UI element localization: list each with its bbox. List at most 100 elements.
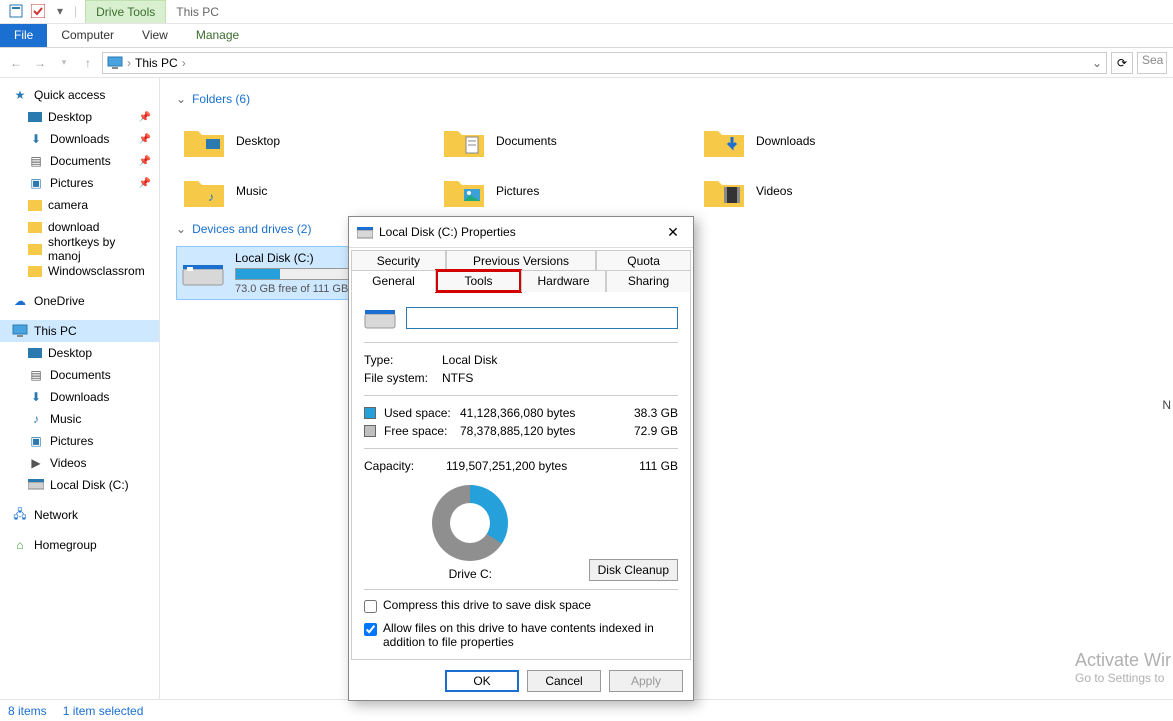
used-label: Used space: [384, 406, 452, 420]
tab-previous-versions[interactable]: Previous Versions [446, 250, 596, 271]
folder-item-pictures[interactable]: Pictures [436, 166, 696, 216]
folder-icon [28, 244, 42, 255]
svg-text:♪: ♪ [208, 190, 214, 204]
nav-recent-icon[interactable]: ▾ [54, 53, 74, 73]
sidebar-item-shortkeys[interactable]: shortkeys by manoj [0, 238, 159, 260]
index-label: Allow files on this drive to have conten… [383, 621, 678, 649]
sidebar-item-network[interactable]: 🖧 Network [0, 504, 159, 526]
tab-hardware[interactable]: Hardware [521, 270, 606, 292]
ribbon-tab-manage[interactable]: Manage [182, 24, 253, 47]
tab-general[interactable]: General [351, 270, 436, 292]
sidebar-item-label: camera [48, 198, 88, 212]
dialog-body: Type:Local Disk File system:NTFS Used sp… [351, 291, 691, 660]
free-label: Free space: [384, 424, 452, 438]
used-gb: 38.3 GB [618, 406, 678, 420]
folder-item-documents[interactable]: Documents [436, 116, 696, 166]
sidebar-item-pc-videos[interactable]: ▶Videos [0, 452, 159, 474]
sidebar-item-pc-localdisk[interactable]: Local Disk (C:) [0, 474, 159, 496]
tab-tools[interactable]: Tools [436, 270, 521, 292]
nav-forward-icon[interactable]: → [30, 53, 50, 73]
tab-quota[interactable]: Quota [596, 250, 691, 271]
sidebar-item-label: Downloads [50, 132, 109, 146]
sidebar-item-homegroup[interactable]: ⌂Homegroup [0, 534, 159, 556]
status-selected-count: 1 item selected [63, 704, 144, 718]
sidebar-item-windowsclassroom[interactable]: Windowsclassrom [0, 260, 159, 282]
qat-properties-icon[interactable] [8, 3, 24, 19]
tab-sharing[interactable]: Sharing [606, 270, 691, 292]
folder-item-music[interactable]: ♪Music [176, 166, 436, 216]
ribbon-tab-computer[interactable]: Computer [47, 24, 128, 47]
download-icon: ⬇ [28, 131, 44, 147]
folder-label: Pictures [496, 184, 539, 198]
free-bytes: 78,378,885,120 bytes [460, 424, 610, 438]
group-header-label: Devices and drives (2) [192, 222, 311, 236]
documents-icon: ▤ [28, 153, 44, 169]
folder-icon [442, 172, 486, 210]
search-input[interactable]: Sea [1137, 52, 1167, 74]
chevron-right-icon[interactable]: › [127, 56, 131, 70]
music-icon: ♪ [28, 411, 44, 427]
apply-button[interactable]: Apply [609, 670, 683, 692]
disk-cleanup-button[interactable]: Disk Cleanup [589, 559, 678, 581]
sidebar-item-camera[interactable]: camera [0, 194, 159, 216]
sidebar-item-label: Network [34, 508, 78, 522]
folder-icon [28, 200, 42, 211]
group-header-folders[interactable]: ⌄Folders (6) [176, 92, 1157, 106]
dialog-titlebar[interactable]: Local Disk (C:) Properties ✕ [349, 217, 693, 247]
activate-windows-watermark: Activate Wir Go to Settings to [1075, 650, 1173, 685]
address-bar[interactable]: › This PC › ⌄ [102, 52, 1107, 74]
address-dropdown-icon[interactable]: ⌄ [1092, 56, 1102, 70]
volume-label-input[interactable] [406, 307, 678, 329]
cloud-icon: ☁ [12, 293, 28, 309]
ribbon-tab-file[interactable]: File [0, 24, 47, 47]
folder-icon: ♪ [182, 172, 226, 210]
address-bar-row: ← → ▾ ↑ › This PC › ⌄ ⟳ Sea [0, 48, 1173, 78]
context-tab-drive-tools[interactable]: Drive Tools [85, 0, 166, 23]
type-label: Type: [364, 353, 432, 367]
pin-icon: 📌 [139, 112, 151, 123]
dialog-tabs: Security Previous Versions Quota General… [349, 247, 693, 291]
sidebar-item-pc-desktop[interactable]: Desktop [0, 342, 159, 364]
sidebar-item-pictures[interactable]: ▣Pictures📌 [0, 172, 159, 194]
refresh-button[interactable]: ⟳ [1111, 52, 1133, 74]
nav-up-icon[interactable]: ↑ [78, 53, 98, 73]
sidebar-item-desktop[interactable]: Desktop 📌 [0, 106, 159, 128]
sidebar-item-onedrive[interactable]: ☁OneDrive [0, 290, 159, 312]
index-checkbox[interactable] [364, 623, 377, 636]
sidebar-item-documents[interactable]: ▤Documents📌 [0, 150, 159, 172]
tab-security[interactable]: Security [351, 250, 446, 271]
nav-back-icon[interactable]: ← [6, 53, 26, 73]
activate-title: Activate Wir [1075, 650, 1171, 671]
network-icon: 🖧 [12, 507, 28, 523]
status-bar: 8 items 1 item selected [0, 699, 1173, 721]
breadcrumb-location[interactable]: This PC [135, 56, 178, 70]
close-button[interactable]: ✕ [661, 220, 685, 244]
folder-item-videos[interactable]: Videos [696, 166, 956, 216]
sidebar-item-quick-access[interactable]: ★ Quick access [0, 84, 159, 106]
chevron-down-icon: ⌄ [176, 92, 186, 106]
used-swatch [364, 407, 376, 419]
compress-checkbox[interactable] [364, 600, 377, 613]
dialog-button-row: OK Cancel Apply [349, 662, 693, 700]
ribbon-tab-view[interactable]: View [128, 24, 182, 47]
sidebar-item-pc-pictures[interactable]: ▣Pictures [0, 430, 159, 452]
folder-item-downloads[interactable]: Downloads [696, 116, 956, 166]
sidebar-item-downloads[interactable]: ⬇Downloads📌 [0, 128, 159, 150]
folder-icon [28, 222, 42, 233]
chevron-right-icon[interactable]: › [182, 56, 186, 70]
status-item-count: 8 items [8, 704, 47, 718]
cancel-button[interactable]: Cancel [527, 670, 601, 692]
ok-button[interactable]: OK [445, 670, 519, 692]
sidebar-item-label: Pictures [50, 176, 93, 190]
sidebar-item-pc-documents[interactable]: ▤Documents [0, 364, 159, 386]
sidebar-item-pc-downloads[interactable]: ⬇Downloads [0, 386, 159, 408]
sidebar-item-label: Downloads [50, 390, 109, 404]
qat-check-icon[interactable] [30, 3, 46, 19]
sidebar-item-this-pc[interactable]: This PC [0, 320, 159, 342]
video-icon: ▶ [28, 455, 44, 471]
sidebar-item-label: Desktop [48, 110, 92, 124]
truncated-letter: N [1162, 398, 1171, 412]
sidebar-item-pc-music[interactable]: ♪Music [0, 408, 159, 430]
qat-dropdown-icon[interactable]: ▾ [52, 3, 68, 19]
folder-item-desktop[interactable]: Desktop [176, 116, 436, 166]
